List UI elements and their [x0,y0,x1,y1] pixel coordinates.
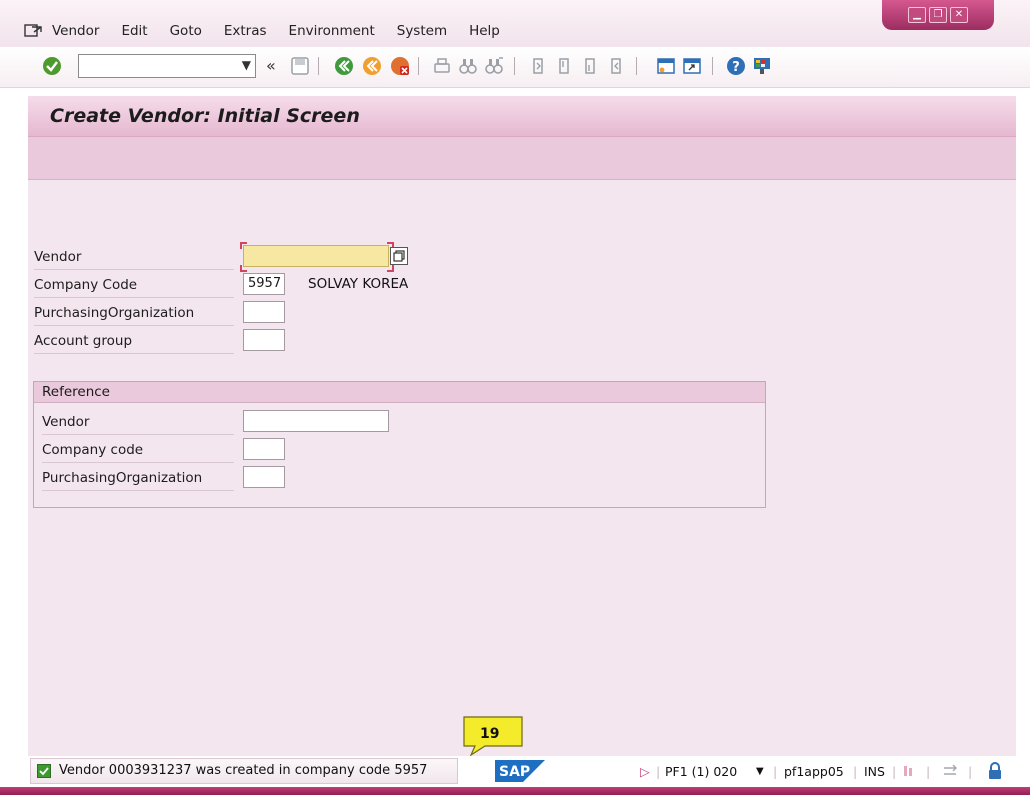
toolbar-separator [318,57,319,75]
back-icon[interactable] [334,56,354,76]
account-group-input[interactable] [243,329,285,351]
sap-logo: SAP [495,760,545,782]
last-page-icon[interactable] [606,56,626,76]
menu-window-icon[interactable] [24,23,44,39]
ref-vendor-input[interactable] [243,410,389,432]
menu-system[interactable]: System [397,23,447,39]
success-check-icon [37,764,51,778]
status-separator: | [773,764,778,779]
window-bottom-border [0,787,1030,795]
command-field[interactable]: ▼ [78,54,256,78]
status-separator: | [656,764,661,779]
title-band: Create Vendor: Initial Screen [28,96,1016,137]
find-icon[interactable] [458,56,478,76]
collapse-command-field-icon[interactable]: « [266,56,276,75]
menu-extras[interactable]: Extras [224,23,267,39]
reference-group-title: Reference [34,382,765,403]
find-next-icon[interactable] [484,56,504,76]
company-code-value: 5957 [248,276,282,291]
vendor-label: Vendor [34,245,234,270]
menu-vendor[interactable]: Vendor [52,23,99,39]
help-icon[interactable]: ? [726,56,746,76]
search-help-icon [393,250,405,262]
status-separator: | [968,764,973,779]
status-message-text: Vendor 0003931237 was created in company… [59,763,428,778]
menu-edit[interactable]: Edit [121,23,147,39]
menu-bar: Vendor Edit Goto Extras Environment Syst… [24,20,522,42]
close-button[interactable]: ✕ [950,7,968,23]
ref-purchasing-org-label: PurchasingOrganization [42,466,234,491]
status-separator: | [853,764,858,779]
toolbar-separator [712,57,713,75]
system-info: PF1 (1) 020 [665,764,738,779]
svg-text:SAP: SAP [499,764,530,780]
menu-goto[interactable]: Goto [170,23,202,39]
play-triangle-icon[interactable]: ▷ [640,764,650,779]
window-controls: ▁ ❐ ✕ [882,0,994,30]
page-title: Create Vendor: Initial Screen [50,105,360,127]
required-marker [240,242,247,249]
create-session-icon[interactable] [656,56,676,76]
next-page-icon[interactable] [580,56,600,76]
minimize-button[interactable]: ▁ [908,7,926,23]
dropdown-arrow-icon[interactable]: ▼ [242,58,251,72]
account-group-label: Account group [34,329,234,354]
vendor-input[interactable] [243,245,389,267]
menu-help[interactable]: Help [469,23,500,39]
menu-environment[interactable]: Environment [289,23,375,39]
application-toolbar [28,137,1016,180]
company-code-label: Company Code [34,273,234,298]
print-icon[interactable] [432,56,452,76]
status-separator: | [926,764,931,779]
insert-mode: INS [864,764,885,779]
first-page-icon[interactable] [528,56,548,76]
save-icon[interactable] [290,56,310,76]
ref-company-code-label: Company code [42,438,234,463]
status-separator: | [892,764,897,779]
company-name: SOLVAY KOREA [308,276,409,292]
purchasing-org-input[interactable] [243,301,285,323]
ref-company-code-input[interactable] [243,438,285,460]
customize-layout-icon[interactable] [752,56,772,76]
lock-icon[interactable] [986,761,1004,781]
enter-icon[interactable] [42,56,62,76]
company-code-input[interactable]: 5957 [243,273,285,295]
ref-purchasing-org-input[interactable] [243,466,285,488]
server-name: pf1app05 [784,764,844,779]
required-marker [387,265,394,272]
exit-icon[interactable] [362,56,382,76]
callout-number: 19 [480,726,500,742]
toolbar-separator [514,57,515,75]
maximize-button[interactable]: ❐ [929,7,947,23]
shortcut-icon[interactable] [682,56,702,76]
search-help-button[interactable] [390,247,408,265]
ref-vendor-label: Vendor [42,410,234,435]
required-marker [240,265,247,272]
purchasing-org-label: PurchasingOrganization [34,301,234,326]
toolbar-separator [636,57,637,75]
previous-page-icon[interactable] [554,56,574,76]
toolbar-separator [418,57,419,75]
sap-gui-icon [904,766,912,776]
system-dropdown-icon[interactable]: ▼ [756,766,764,777]
status-message[interactable]: Vendor 0003931237 was created in company… [30,758,458,784]
svg-text:?: ? [732,60,740,75]
connection-icon [944,764,957,775]
cancel-icon[interactable] [390,56,410,76]
